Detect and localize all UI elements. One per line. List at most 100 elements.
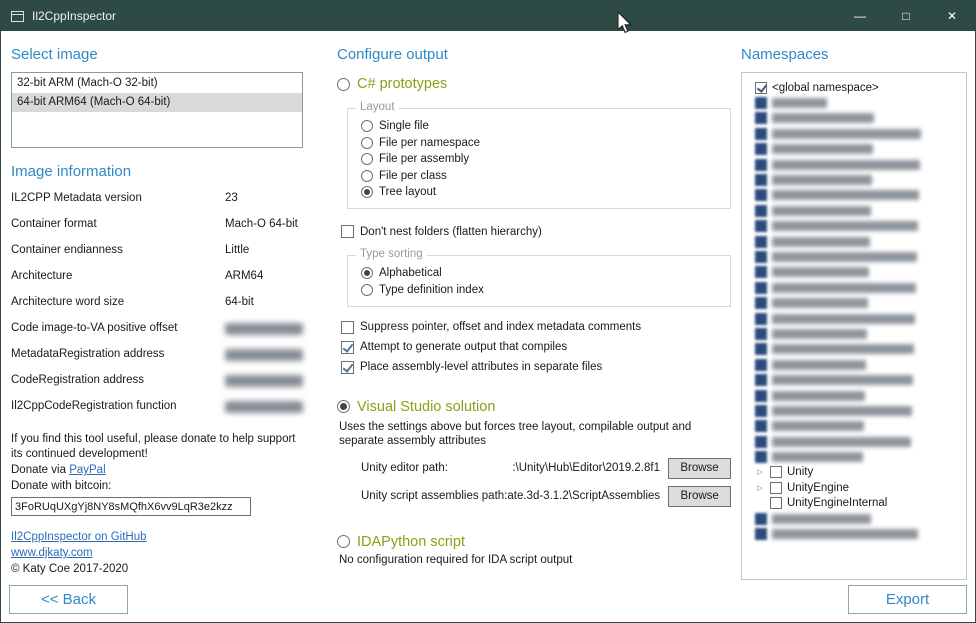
namespace-item-redacted[interactable] bbox=[755, 372, 964, 387]
redacted-value bbox=[225, 349, 303, 361]
image-list-item[interactable]: 64-bit ARM64 (Mach-O 64-bit) bbox=[12, 93, 302, 112]
type-sorting-option[interactable]: Alphabetical bbox=[361, 266, 730, 281]
output-option-checkbox[interactable]: Place assembly-level attributes in separ… bbox=[341, 360, 733, 375]
layout-option[interactable]: File per namespace bbox=[361, 135, 730, 150]
namespace-item-unityengineinternal[interactable]: UnityEngineInternal bbox=[755, 496, 964, 511]
info-row: Il2CppCodeRegistration function bbox=[11, 400, 303, 426]
info-row: Container formatMach-O 64-bit bbox=[11, 218, 303, 244]
left-panel: Select image 32-bit ARM (Mach-O 32-bit)6… bbox=[11, 31, 303, 575]
namespace-item-redacted[interactable] bbox=[755, 111, 964, 126]
info-label: Architecture word size bbox=[11, 296, 225, 308]
checkbox-icon bbox=[755, 236, 767, 248]
namespace-item-redacted[interactable] bbox=[755, 419, 964, 434]
expander-icon[interactable]: ▷ bbox=[755, 468, 765, 476]
visual-studio-solution-radio[interactable]: Visual Studio solution bbox=[337, 399, 733, 415]
checkbox-icon bbox=[341, 321, 354, 334]
paypal-link[interactable]: PayPal bbox=[69, 464, 105, 476]
namespaces-list[interactable]: <global namespace>▷Unity▷UnityEngineUnit… bbox=[741, 72, 967, 580]
namespace-item-redacted[interactable] bbox=[755, 511, 964, 526]
redacted-value bbox=[225, 375, 303, 387]
namespace-item-redacted[interactable] bbox=[755, 388, 964, 403]
back-button[interactable]: << Back bbox=[9, 585, 128, 614]
namespace-item-redacted[interactable] bbox=[755, 342, 964, 357]
namespace-item-redacted[interactable] bbox=[755, 249, 964, 264]
redacted-namespace bbox=[772, 190, 919, 200]
namespace-item-redacted[interactable] bbox=[755, 295, 964, 310]
radio-icon bbox=[361, 120, 373, 132]
browse-button[interactable]: Browse bbox=[668, 458, 731, 479]
checkbox-icon bbox=[755, 451, 767, 463]
bitcoin-address-input[interactable] bbox=[11, 497, 251, 516]
namespace-item-redacted[interactable] bbox=[755, 449, 964, 464]
option-label: Type definition index bbox=[379, 284, 484, 296]
export-button[interactable]: Export bbox=[848, 585, 967, 614]
option-label: Attempt to generate output that compiles bbox=[360, 341, 567, 353]
namespace-item-redacted[interactable] bbox=[755, 219, 964, 234]
namespace-item-redacted[interactable] bbox=[755, 434, 964, 449]
checkbox-icon bbox=[770, 482, 782, 494]
namespace-item-redacted[interactable] bbox=[755, 203, 964, 218]
namespace-item-unityengine[interactable]: ▷ UnityEngine bbox=[755, 480, 964, 495]
checkbox-icon bbox=[755, 513, 767, 525]
checkbox-icon bbox=[755, 220, 767, 232]
namespace-item-redacted[interactable] bbox=[755, 95, 964, 110]
namespace-item-redacted[interactable] bbox=[755, 142, 964, 157]
option-label: Suppress pointer, offset and index metad… bbox=[360, 321, 641, 333]
redacted-value bbox=[225, 323, 303, 335]
layout-option[interactable]: File per assembly bbox=[361, 152, 730, 167]
layout-option[interactable]: Single file bbox=[361, 119, 730, 134]
layout-groupbox: Layout Single fileFile per namespaceFile… bbox=[347, 108, 731, 209]
minimize-button[interactable]: — bbox=[837, 1, 883, 31]
image-list-item[interactable]: 32-bit ARM (Mach-O 32-bit) bbox=[12, 74, 302, 93]
namespace-item-redacted[interactable] bbox=[755, 403, 964, 418]
csharp-prototypes-radio[interactable]: C# prototypes bbox=[337, 76, 733, 92]
ida-description: No configuration required for IDA script… bbox=[339, 554, 733, 566]
namespace-item-redacted[interactable] bbox=[755, 188, 964, 203]
redacted-namespace bbox=[772, 113, 874, 123]
layout-option[interactable]: File per class bbox=[361, 168, 730, 183]
github-link[interactable]: Il2CppInspector on GitHub bbox=[11, 531, 147, 543]
namespace-item-redacted[interactable] bbox=[755, 126, 964, 141]
namespace-item-redacted[interactable] bbox=[755, 326, 964, 341]
namespace-item-redacted[interactable] bbox=[755, 311, 964, 326]
flatten-checkbox[interactable]: Don't nest folders (flatten hierarchy) bbox=[341, 224, 733, 239]
namespace-label: UnityEngine bbox=[787, 482, 849, 494]
namespace-item-redacted[interactable] bbox=[755, 265, 964, 280]
option-label: Alphabetical bbox=[379, 267, 442, 279]
website-link[interactable]: www.djkaty.com bbox=[11, 547, 93, 559]
select-image-listbox[interactable]: 32-bit ARM (Mach-O 32-bit)64-bit ARM64 (… bbox=[11, 72, 303, 148]
namespace-item-unity[interactable]: ▷Unity bbox=[755, 465, 964, 480]
layout-option[interactable]: Tree layout bbox=[361, 185, 730, 200]
maximize-button[interactable]: □ bbox=[883, 1, 929, 31]
configure-output-heading: Configure output bbox=[337, 46, 733, 63]
checkbox-icon bbox=[341, 361, 354, 374]
configure-panel: Configure output C# prototypes Layout Si… bbox=[337, 31, 733, 566]
option-label: Place assembly-level attributes in separ… bbox=[360, 361, 602, 373]
namespace-item-redacted[interactable] bbox=[755, 526, 964, 541]
redacted-namespace bbox=[772, 437, 911, 447]
namespace-item-redacted[interactable] bbox=[755, 157, 964, 172]
checkbox-icon bbox=[755, 528, 767, 540]
checkbox-icon bbox=[341, 341, 354, 354]
redacted-namespace bbox=[772, 529, 918, 539]
namespaces-heading: Namespaces bbox=[741, 46, 967, 63]
namespace-item-redacted[interactable] bbox=[755, 280, 964, 295]
namespace-item-redacted[interactable] bbox=[755, 357, 964, 372]
redacted-namespace bbox=[772, 160, 920, 170]
type-sorting-option[interactable]: Type definition index bbox=[361, 282, 730, 297]
browse-button[interactable]: Browse bbox=[668, 486, 731, 507]
info-row: Architecture word size64-bit bbox=[11, 296, 303, 322]
close-button[interactable]: ✕ bbox=[929, 1, 975, 31]
output-option-checkbox[interactable]: Suppress pointer, offset and index metad… bbox=[341, 320, 733, 335]
output-option-checkboxes: Suppress pointer, offset and index metad… bbox=[341, 320, 733, 375]
expander-icon[interactable]: ▷ bbox=[755, 484, 765, 492]
info-value: 64-bit bbox=[225, 296, 254, 308]
idapython-script-radio[interactable]: IDAPython script bbox=[337, 534, 733, 550]
namespace-item-global[interactable]: <global namespace> bbox=[755, 80, 964, 95]
copyright-text: © Katy Coe 2017-2020 bbox=[11, 563, 303, 575]
namespace-item-redacted[interactable] bbox=[755, 234, 964, 249]
output-option-checkbox[interactable]: Attempt to generate output that compiles bbox=[341, 340, 733, 355]
unity-path-row: Unity script assemblies path:ate.3d-3.1.… bbox=[361, 486, 731, 507]
redacted-namespace bbox=[772, 452, 863, 462]
namespace-item-redacted[interactable] bbox=[755, 172, 964, 187]
